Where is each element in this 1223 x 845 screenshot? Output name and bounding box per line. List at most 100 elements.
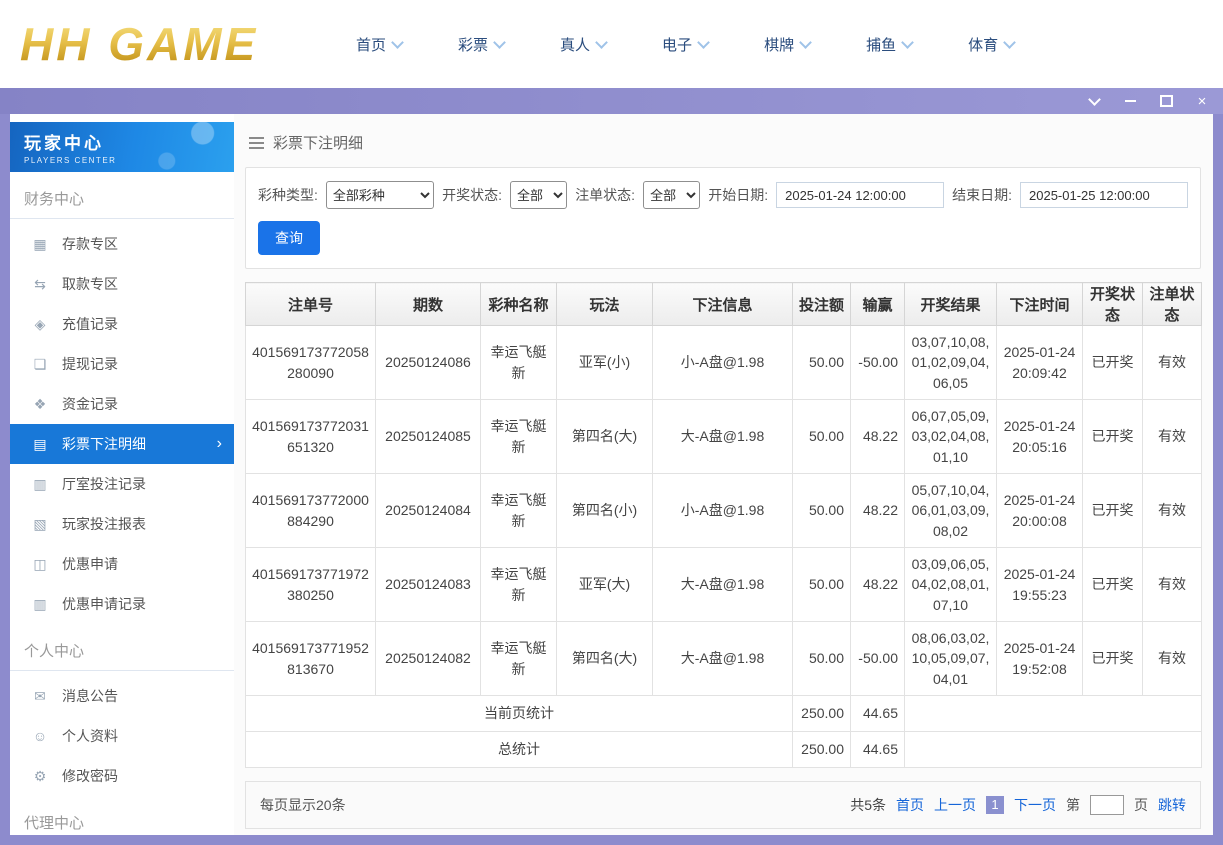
sidebar-item-label: 优惠申请 <box>62 556 118 572</box>
cell-lottery: 幸运飞艇新 <box>480 547 557 622</box>
start-date-input[interactable] <box>776 182 945 208</box>
cell-result: 08,06,03,02,10,05,09,07,04,01 <box>904 621 997 696</box>
nav-item-label: 棋牌 <box>764 36 795 54</box>
column-header: 注单号 <box>245 282 376 326</box>
window-minimize-button[interactable] <box>1121 92 1139 110</box>
nav-item-label: 首页 <box>356 36 387 54</box>
cell-winloss: 48.22 <box>850 473 905 548</box>
cell-time: 2025-01-24 20:09:42 <box>996 325 1083 400</box>
cell-order-status: 有效 <box>1142 621 1202 696</box>
start-date-label: 开始日期: <box>708 187 769 203</box>
next-page-link[interactable]: 下一页 <box>1014 795 1056 815</box>
column-header: 下注信息 <box>652 282 793 326</box>
player-bet-report-icon: ▧ <box>33 515 47 532</box>
cell-result: 06,07,05,09,03,02,04,08,01,10 <box>904 399 997 474</box>
jump-label-before: 第 <box>1066 797 1080 813</box>
cell-lottery: 幸运飞艇新 <box>480 473 557 548</box>
nav-item[interactable]: 捕鱼 <box>866 34 914 55</box>
password-icon: ⚙ <box>33 767 47 784</box>
chevron-down-icon <box>391 36 404 49</box>
cell-play: 亚军(小) <box>556 325 653 400</box>
bet-table-body: 401569173772058280090 20250124086 幸运飞艇新 亚军(… <box>245 325 1202 696</box>
sidebar-item[interactable]: ❏提现记录› <box>10 344 234 384</box>
nav-item[interactable]: 体育 <box>968 34 1016 55</box>
cell-period: 20250124084 <box>375 473 481 548</box>
sidebar-item[interactable]: ▧玩家投注报表› <box>10 504 234 544</box>
column-header: 期数 <box>375 282 481 326</box>
cell-winloss: -50.00 <box>850 325 905 400</box>
promo-apply-icon: ◫ <box>33 555 47 572</box>
chevron-down-icon <box>799 36 812 49</box>
cell-lottery: 幸运飞艇新 <box>480 399 557 474</box>
jump-page-input[interactable] <box>1090 795 1124 815</box>
nav-item[interactable]: 棋牌 <box>764 34 812 55</box>
sidebar-section-title: 财务中心 <box>10 172 234 219</box>
sidebar-item[interactable]: ❖资金记录› <box>10 384 234 424</box>
menu-icon[interactable] <box>249 134 264 152</box>
cell-time: 2025-01-24 20:05:16 <box>996 399 1083 474</box>
cell-period: 20250124082 <box>375 621 481 696</box>
hall-bet-record-icon: ▥ <box>33 475 47 492</box>
lottery-type-label: 彩种类型: <box>258 187 318 203</box>
chevron-down-icon <box>1087 93 1101 106</box>
cell-time: 2025-01-24 19:55:23 <box>996 547 1083 622</box>
nav-item[interactable]: 电子 <box>662 34 710 55</box>
sidebar-item[interactable]: ☺个人资料› <box>10 716 234 756</box>
nav-item[interactable]: 首页 <box>356 34 404 55</box>
cell-amount: 50.00 <box>792 325 851 400</box>
window-maximize-button[interactable] <box>1157 92 1175 110</box>
prev-page-link[interactable]: 上一页 <box>934 795 976 815</box>
cell-result: 03,07,10,08,01,02,09,04,06,05 <box>904 325 997 400</box>
window-close-button[interactable]: × <box>1193 92 1211 110</box>
table-row: 401569173771952813670 20250124082 幸运飞艇新 第四名… <box>245 621 1202 696</box>
cell-bet-no: 401569173772058280090 <box>245 325 376 400</box>
sidebar-item[interactable]: ▥优惠申请记录› <box>10 584 234 624</box>
sidebar-item[interactable]: ◫优惠申请› <box>10 544 234 584</box>
cell-draw-status: 已开奖 <box>1082 399 1143 474</box>
sidebar-item-label: 提现记录 <box>62 356 118 372</box>
sidebar-item[interactable]: ✉消息公告› <box>10 676 234 716</box>
order-status-label: 注单状态: <box>575 187 636 203</box>
table-row: 401569173771972380250 20250124083 幸运飞艇新 亚军(… <box>245 547 1202 622</box>
total-summary-label: 总统计 <box>245 731 793 768</box>
sidebar-section-title: 代理中心 <box>10 796 234 835</box>
main-nav: 首页 彩票 真人 电子 棋牌 捕鱼 体育 <box>356 34 1016 55</box>
cell-amount: 50.00 <box>792 621 851 696</box>
messages-icon: ✉ <box>34 687 46 704</box>
cell-bet-info: 大-A盘@1.98 <box>652 547 793 622</box>
first-page-link[interactable]: 首页 <box>896 795 924 815</box>
sidebar-item[interactable]: ▥厅室投注记录› <box>10 464 234 504</box>
cell-result: 05,07,10,04,06,01,03,09,08,02 <box>904 473 997 548</box>
table-row: 401569173772058280090 20250124086 幸运飞艇新 亚军(… <box>245 325 1202 400</box>
jump-button[interactable]: 跳转 <box>1158 795 1186 815</box>
sidebar-item[interactable]: ⚙修改密码› <box>10 756 234 796</box>
sidebar-item[interactable]: ▤ 彩票下注明细 › <box>10 424 234 464</box>
current-page-indicator: 1 <box>986 796 1004 814</box>
sidebar-item[interactable]: ▦存款专区› <box>10 224 234 264</box>
cell-amount: 50.00 <box>792 547 851 622</box>
lottery-type-select[interactable]: 全部彩种 <box>325 181 435 209</box>
nav-item[interactable]: 真人 <box>560 34 608 55</box>
sidebar-item[interactable]: ◈充值记录› <box>10 304 234 344</box>
cell-time: 2025-01-24 20:00:08 <box>996 473 1083 548</box>
nav-item-label: 体育 <box>968 36 999 54</box>
end-date-input[interactable] <box>1020 182 1188 208</box>
main-content: 彩票下注明细 彩种类型: 全部彩种 开奖状态: 全部 注单状态: 全部 开始日期… <box>234 114 1213 835</box>
query-button[interactable]: 查询 <box>258 221 320 255</box>
nav-item[interactable]: 彩票 <box>458 34 506 55</box>
brand-logo[interactable]: HH GAME <box>20 17 320 71</box>
column-header: 开奖结果 <box>904 282 997 326</box>
draw-status-select[interactable]: 全部 <box>510 181 568 209</box>
cell-order-status: 有效 <box>1142 547 1202 622</box>
sidebar-item[interactable]: ⇆取款专区› <box>10 264 234 304</box>
page-summary-label: 当前页统计 <box>245 695 793 732</box>
sidebar-item-label: 取款专区 <box>62 276 118 292</box>
cell-bet-no: 401569173772031651320 <box>245 399 376 474</box>
window-collapse-button[interactable] <box>1085 92 1103 110</box>
page-title: 彩票下注明细 <box>273 135 364 152</box>
cell-lottery: 幸运飞艇新 <box>480 325 557 400</box>
order-status-select[interactable]: 全部 <box>643 181 701 209</box>
chevron-down-icon <box>1003 36 1016 49</box>
column-header: 开奖状态 <box>1082 282 1143 326</box>
page-summary-winloss: 44.65 <box>850 695 905 732</box>
